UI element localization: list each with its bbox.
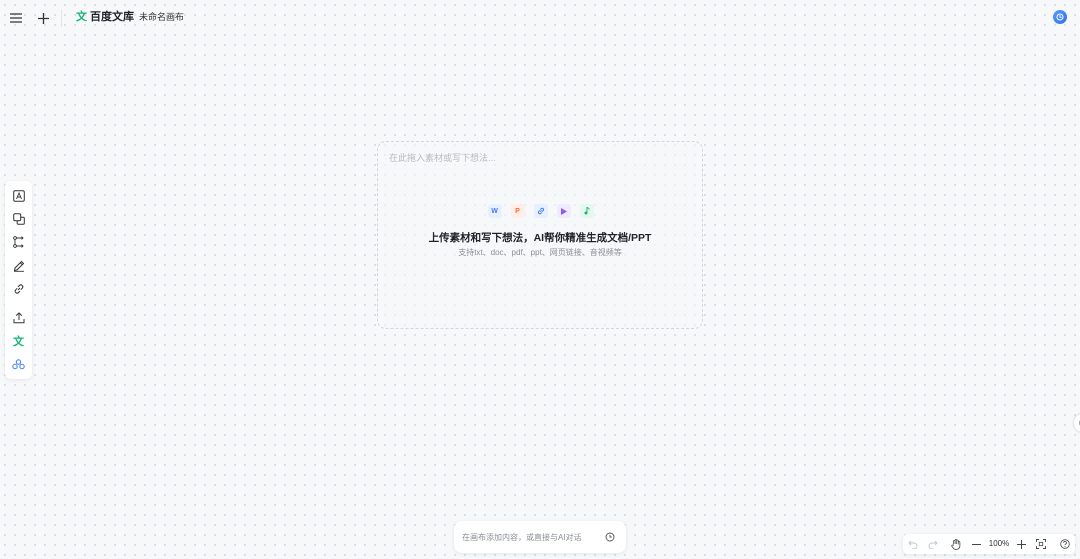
help-icon[interactable] — [1059, 538, 1071, 550]
file-type-icons: W P — [378, 204, 702, 218]
zoom-level[interactable]: 100% — [988, 539, 1010, 549]
zoom-out-button[interactable] — [970, 538, 982, 550]
drop-headline: 上传素材和写下想法，AI帮你精准生成文档/PPT — [428, 232, 652, 244]
brand-name: 百度文库 — [90, 11, 134, 23]
fit-screen-icon[interactable] — [1035, 538, 1047, 550]
top-bar: 文 百度文库 未命名画布 — [0, 0, 1080, 36]
text-box-icon[interactable] — [10, 187, 27, 204]
hamburger-menu-icon[interactable] — [6, 8, 26, 28]
upload-icon[interactable] — [10, 309, 27, 326]
word-file-icon: W — [487, 204, 502, 218]
plus-icon — [37, 12, 49, 24]
ai-chat-box — [454, 521, 626, 553]
link-file-icon — [533, 204, 548, 218]
user-avatar-icon[interactable] — [1053, 10, 1067, 24]
redo-icon[interactable] — [927, 538, 939, 550]
top-divider — [61, 9, 62, 27]
add-canvas-button[interactable] — [33, 8, 53, 28]
shapes-icon[interactable] — [10, 210, 27, 227]
drop-placeholder[interactable]: 在此拖入素材或写下想法... — [389, 153, 496, 164]
ai-chat-input[interactable] — [462, 531, 602, 543]
document-title[interactable]: 未命名画布 — [139, 12, 184, 23]
brand-logo[interactable]: 文 百度文库 — [76, 10, 134, 24]
material-drop-zone[interactable]: 在此拖入素材或写下想法... W P 上传素材和写下想法，AI帮你精准生成文档/… — [377, 141, 703, 329]
undo-icon[interactable] — [907, 538, 919, 550]
link-icon[interactable] — [10, 280, 27, 297]
plugins-icon[interactable] — [10, 356, 27, 373]
pen-icon[interactable] — [10, 257, 27, 274]
plus-icon — [1016, 539, 1026, 549]
zoom-in-button[interactable] — [1015, 538, 1027, 550]
video-file-icon — [556, 204, 571, 218]
left-toolbar: 文 — [5, 181, 32, 379]
flow-connector-icon[interactable] — [10, 233, 27, 250]
audio-file-icon — [579, 204, 594, 218]
history-clock-icon[interactable] — [604, 531, 616, 543]
wenku-doc-icon[interactable]: 文 — [10, 332, 27, 349]
wenku-logo-icon: 文 — [76, 11, 87, 23]
side-panel-handle[interactable] — [1074, 414, 1080, 432]
ppt-file-icon: P — [510, 204, 525, 218]
hand-pan-icon[interactable] — [950, 538, 962, 550]
wenku-glyph: 文 — [13, 335, 24, 348]
minus-icon — [971, 543, 981, 545]
supported-formats-text: 支持txt、doc、pdf、ppt、网页链接、音视频等 — [458, 248, 622, 257]
zoom-toolbar: 100% — [903, 534, 1075, 554]
